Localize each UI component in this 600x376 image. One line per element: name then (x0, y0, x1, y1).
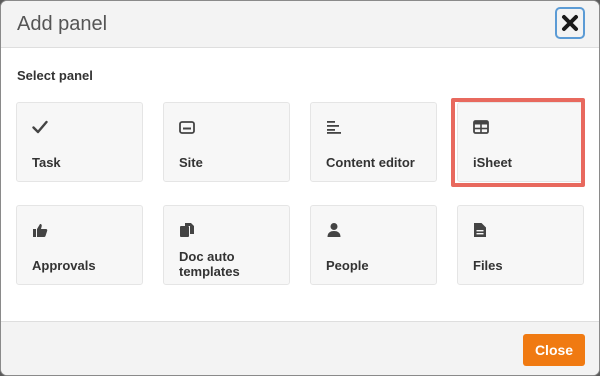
close-x-icon (562, 15, 578, 31)
person-icon (326, 221, 344, 239)
panel-tile-approvals[interactable]: Approvals (16, 205, 143, 285)
file-icon (473, 221, 491, 239)
panel-tile-people[interactable]: People (310, 205, 437, 285)
section-label: Select panel (17, 68, 93, 83)
panel-label: Files (473, 258, 503, 273)
panel-tile-doc-auto-templates[interactable]: Doc auto templates (163, 205, 290, 285)
dialog-header: Add panel (1, 1, 599, 48)
panel-tile-isheet[interactable]: iSheet (457, 102, 584, 182)
close-dialog-button[interactable] (555, 7, 585, 39)
text-lines-icon (326, 118, 344, 136)
panel-label: Site (179, 155, 203, 170)
add-panel-dialog: Add panel Select panel Task Site Content… (0, 0, 600, 376)
panel-tile-task[interactable]: Task (16, 102, 143, 182)
panel-label: Content editor (326, 155, 415, 170)
panel-label: Approvals (32, 258, 96, 273)
panel-label: Doc auto templates (179, 249, 240, 279)
close-button[interactable]: Close (523, 334, 585, 366)
checkmark-icon (32, 118, 50, 136)
site-card-icon (179, 118, 197, 136)
dialog-footer: Close (1, 321, 599, 375)
panel-tile-files[interactable]: Files (457, 205, 584, 285)
panel-label: Task (32, 155, 61, 170)
panel-tile-site[interactable]: Site (163, 102, 290, 182)
dialog-title: Add panel (17, 13, 108, 35)
documents-icon (179, 221, 197, 239)
panel-tile-content-editor[interactable]: Content editor (310, 102, 437, 182)
panel-label: People (326, 258, 369, 273)
thumbs-up-icon (32, 221, 50, 239)
panel-label: iSheet (473, 155, 513, 170)
table-icon (473, 118, 491, 136)
